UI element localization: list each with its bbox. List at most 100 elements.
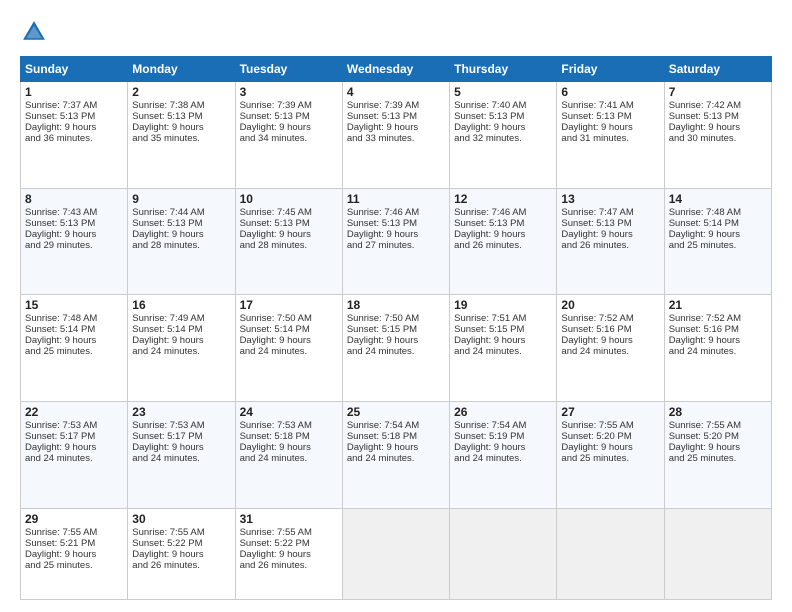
day-info: and 26 minutes. (561, 240, 659, 251)
day-info: Daylight: 9 hours (132, 229, 230, 240)
calendar: SundayMondayTuesdayWednesdayThursdayFrid… (20, 56, 772, 600)
day-info: Daylight: 9 hours (25, 229, 123, 240)
calendar-cell: 27Sunrise: 7:55 AMSunset: 5:20 PMDayligh… (557, 402, 664, 509)
day-info: Sunset: 5:19 PM (454, 431, 552, 442)
day-number: 22 (25, 405, 123, 419)
day-info: Daylight: 9 hours (561, 442, 659, 453)
day-info: Daylight: 9 hours (240, 335, 338, 346)
day-info: Sunset: 5:13 PM (25, 111, 123, 122)
day-info: Sunrise: 7:43 AM (25, 207, 123, 218)
weekday-header: Monday (128, 57, 235, 82)
day-number: 9 (132, 192, 230, 206)
day-info: Sunset: 5:13 PM (25, 218, 123, 229)
day-info: Daylight: 9 hours (669, 442, 767, 453)
calendar-cell: 23Sunrise: 7:53 AMSunset: 5:17 PMDayligh… (128, 402, 235, 509)
day-info: Sunset: 5:13 PM (240, 111, 338, 122)
day-info: Sunset: 5:22 PM (132, 538, 230, 549)
day-info: and 24 minutes. (561, 346, 659, 357)
calendar-cell: 14Sunrise: 7:48 AMSunset: 5:14 PMDayligh… (664, 188, 771, 295)
day-info: Daylight: 9 hours (25, 442, 123, 453)
day-number: 8 (25, 192, 123, 206)
day-info: Sunset: 5:14 PM (240, 324, 338, 335)
day-info: Sunrise: 7:40 AM (454, 100, 552, 111)
calendar-cell: 16Sunrise: 7:49 AMSunset: 5:14 PMDayligh… (128, 295, 235, 402)
weekday-header: Thursday (450, 57, 557, 82)
day-info: Sunset: 5:18 PM (240, 431, 338, 442)
day-info: Daylight: 9 hours (347, 335, 445, 346)
day-info: Sunset: 5:16 PM (669, 324, 767, 335)
calendar-cell: 17Sunrise: 7:50 AMSunset: 5:14 PMDayligh… (235, 295, 342, 402)
day-info: Sunset: 5:13 PM (561, 218, 659, 229)
day-number: 25 (347, 405, 445, 419)
day-number: 15 (25, 298, 123, 312)
day-info: Daylight: 9 hours (132, 122, 230, 133)
day-info: and 35 minutes. (132, 133, 230, 144)
day-info: Daylight: 9 hours (240, 442, 338, 453)
calendar-cell: 5Sunrise: 7:40 AMSunset: 5:13 PMDaylight… (450, 82, 557, 189)
day-info: Daylight: 9 hours (561, 122, 659, 133)
day-info: Sunrise: 7:46 AM (347, 207, 445, 218)
calendar-cell: 10Sunrise: 7:45 AMSunset: 5:13 PMDayligh… (235, 188, 342, 295)
day-info: and 24 minutes. (240, 453, 338, 464)
day-info: Sunrise: 7:53 AM (132, 420, 230, 431)
day-info: and 28 minutes. (240, 240, 338, 251)
day-info: Daylight: 9 hours (25, 122, 123, 133)
day-info: Daylight: 9 hours (454, 229, 552, 240)
day-info: and 24 minutes. (25, 453, 123, 464)
day-number: 16 (132, 298, 230, 312)
calendar-cell: 8Sunrise: 7:43 AMSunset: 5:13 PMDaylight… (21, 188, 128, 295)
day-info: Daylight: 9 hours (669, 122, 767, 133)
day-info: Sunset: 5:14 PM (132, 324, 230, 335)
day-info: Sunset: 5:20 PM (561, 431, 659, 442)
day-info: and 24 minutes. (132, 453, 230, 464)
day-info: Sunrise: 7:48 AM (25, 313, 123, 324)
day-number: 5 (454, 85, 552, 99)
logo-icon (20, 18, 48, 46)
day-info: Daylight: 9 hours (347, 122, 445, 133)
day-info: Daylight: 9 hours (132, 442, 230, 453)
day-info: Sunset: 5:13 PM (240, 218, 338, 229)
day-info: and 25 minutes. (561, 453, 659, 464)
day-info: and 25 minutes. (669, 240, 767, 251)
day-number: 21 (669, 298, 767, 312)
day-info: and 28 minutes. (132, 240, 230, 251)
calendar-cell: 9Sunrise: 7:44 AMSunset: 5:13 PMDaylight… (128, 188, 235, 295)
calendar-cell: 7Sunrise: 7:42 AMSunset: 5:13 PMDaylight… (664, 82, 771, 189)
day-info: Sunset: 5:14 PM (669, 218, 767, 229)
day-info: Sunrise: 7:54 AM (454, 420, 552, 431)
day-info: and 24 minutes. (347, 453, 445, 464)
day-info: Sunrise: 7:53 AM (240, 420, 338, 431)
day-info: and 36 minutes. (25, 133, 123, 144)
calendar-cell (450, 508, 557, 599)
day-number: 29 (25, 512, 123, 526)
day-info: Sunrise: 7:53 AM (25, 420, 123, 431)
day-number: 24 (240, 405, 338, 419)
day-info: Sunrise: 7:47 AM (561, 207, 659, 218)
calendar-cell (557, 508, 664, 599)
day-info: Sunrise: 7:46 AM (454, 207, 552, 218)
day-info: Sunset: 5:20 PM (669, 431, 767, 442)
day-info: Sunrise: 7:44 AM (132, 207, 230, 218)
day-number: 20 (561, 298, 659, 312)
calendar-cell: 31Sunrise: 7:55 AMSunset: 5:22 PMDayligh… (235, 508, 342, 599)
day-info: Sunset: 5:17 PM (132, 431, 230, 442)
calendar-cell: 19Sunrise: 7:51 AMSunset: 5:15 PMDayligh… (450, 295, 557, 402)
calendar-cell: 3Sunrise: 7:39 AMSunset: 5:13 PMDaylight… (235, 82, 342, 189)
calendar-cell: 1Sunrise: 7:37 AMSunset: 5:13 PMDaylight… (21, 82, 128, 189)
day-info: Sunrise: 7:55 AM (240, 527, 338, 538)
day-info: Sunrise: 7:48 AM (669, 207, 767, 218)
day-info: Sunset: 5:13 PM (561, 111, 659, 122)
day-info: and 27 minutes. (347, 240, 445, 251)
calendar-cell: 13Sunrise: 7:47 AMSunset: 5:13 PMDayligh… (557, 188, 664, 295)
calendar-cell: 21Sunrise: 7:52 AMSunset: 5:16 PMDayligh… (664, 295, 771, 402)
day-info: Sunset: 5:13 PM (454, 218, 552, 229)
day-info: and 33 minutes. (347, 133, 445, 144)
day-info: and 32 minutes. (454, 133, 552, 144)
day-info: Sunrise: 7:55 AM (132, 527, 230, 538)
calendar-cell (664, 508, 771, 599)
day-info: and 26 minutes. (240, 560, 338, 571)
day-info: Sunrise: 7:54 AM (347, 420, 445, 431)
day-info: Daylight: 9 hours (669, 335, 767, 346)
day-number: 17 (240, 298, 338, 312)
day-info: Daylight: 9 hours (25, 335, 123, 346)
